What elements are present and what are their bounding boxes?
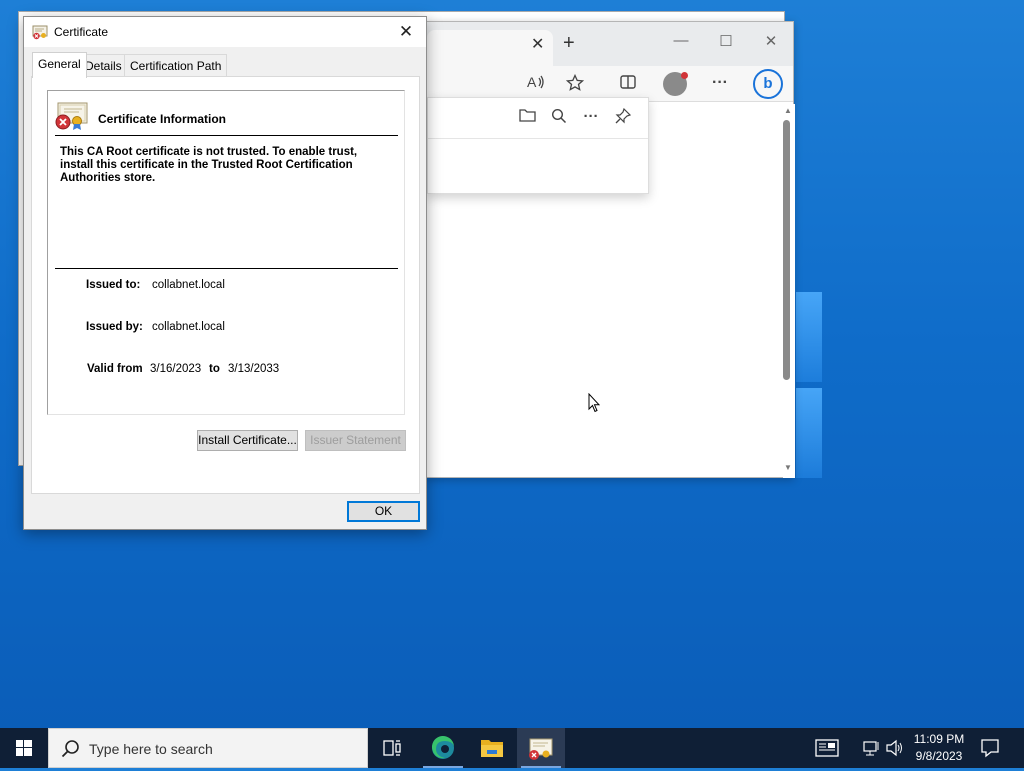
certificate-dialog: Certificate ✕ Details Certification Path… xyxy=(23,16,427,530)
scroll-down-arrow-icon[interactable]: ▼ xyxy=(783,463,793,472)
pin-icon[interactable] xyxy=(612,107,634,128)
search-icon xyxy=(61,740,79,758)
issued-to-value: collabnet.local xyxy=(152,279,225,291)
dialog-title-bar[interactable]: Certificate ✕ xyxy=(24,17,426,47)
tab-general[interactable]: General xyxy=(32,52,87,78)
desktop-light-beam-upper xyxy=(796,292,822,382)
taskbar: Type here to search 11:09 PM 9/8/2023 xyxy=(0,728,1024,768)
task-view-button[interactable] xyxy=(368,728,416,768)
more-options-icon[interactable]: ··· xyxy=(709,74,731,92)
certificate-error-icon xyxy=(55,102,88,130)
maximize-button[interactable]: ☐ xyxy=(716,32,736,50)
valid-to-label: to xyxy=(209,363,220,375)
edge-browser-window[interactable]: ✕ + — ☐ ✕ A ··· b ··· ▲ ▼ xyxy=(426,21,795,478)
valid-from-label: Valid from xyxy=(87,363,143,375)
bing-icon[interactable]: b xyxy=(753,69,783,99)
search-icon[interactable] xyxy=(548,108,570,128)
general-tab-panel: Certificate Information This CA Root cer… xyxy=(31,76,420,494)
mouse-cursor-icon xyxy=(588,393,600,413)
start-button[interactable] xyxy=(0,728,48,768)
search-placeholder: Type here to search xyxy=(89,741,213,757)
edge-icon xyxy=(431,735,454,759)
browser-tab-bar: ✕ + — ☐ ✕ xyxy=(427,22,793,66)
taskbar-app-file-explorer[interactable] xyxy=(468,728,516,768)
issued-by-label: Issued by: xyxy=(86,321,143,333)
trust-warning-text: This CA Root certificate is not trusted.… xyxy=(60,146,358,184)
news-widget-icon[interactable] xyxy=(815,739,839,760)
windows-logo-icon xyxy=(16,740,32,756)
desktop-light-beam-lower xyxy=(796,388,822,478)
install-certificate-button[interactable]: Install Certificate... xyxy=(197,430,298,451)
flyout-divider xyxy=(428,138,648,139)
task-view-icon xyxy=(383,740,401,756)
volume-icon[interactable] xyxy=(884,739,906,760)
details-divider xyxy=(55,268,398,269)
certificate-icon xyxy=(529,738,553,760)
dialog-close-button[interactable]: ✕ xyxy=(392,19,420,45)
action-center-icon[interactable] xyxy=(980,738,1000,758)
valid-to-value: 3/13/2033 xyxy=(228,363,280,375)
system-clock[interactable]: 11:09 PM 9/8/2023 xyxy=(908,731,970,765)
certificate-info-box: Certificate Information This CA Root cer… xyxy=(47,90,405,415)
ok-button[interactable]: OK xyxy=(347,501,420,522)
profile-avatar-icon[interactable] xyxy=(663,72,688,96)
more-icon[interactable]: ··· xyxy=(580,108,602,125)
scroll-up-arrow-icon[interactable]: ▲ xyxy=(783,106,793,115)
issuer-statement-button: Issuer Statement xyxy=(305,430,406,451)
tab-close-icon[interactable]: ✕ xyxy=(531,34,544,54)
downloads-flyout: ··· xyxy=(427,97,649,194)
dialog-title: Certificate xyxy=(54,25,109,39)
minimize-button[interactable]: — xyxy=(671,32,691,49)
read-aloud-icon[interactable]: A xyxy=(525,74,547,95)
scrollbar-thumb[interactable] xyxy=(783,120,790,380)
taskbar-app-certificate[interactable] xyxy=(517,728,565,768)
clock-time: 11:09 PM xyxy=(913,732,965,746)
close-window-button[interactable]: ✕ xyxy=(761,32,781,50)
svg-text:A: A xyxy=(527,74,537,90)
new-tab-button[interactable]: + xyxy=(563,32,575,55)
heading-divider xyxy=(55,135,398,136)
valid-from-value: 3/16/2023 xyxy=(150,363,202,375)
favorites-star-icon[interactable] xyxy=(564,73,586,97)
folder-icon[interactable] xyxy=(516,108,538,126)
split-screen-icon[interactable] xyxy=(617,74,639,95)
network-icon[interactable] xyxy=(861,739,883,760)
tab-certification-path[interactable]: Certification Path xyxy=(124,54,228,76)
issued-by-value: collabnet.local xyxy=(152,321,225,333)
notification-dot xyxy=(681,72,688,79)
file-explorer-icon xyxy=(481,740,503,757)
clock-date: 9/8/2023 xyxy=(915,749,963,763)
certificate-icon xyxy=(32,25,48,40)
taskbar-search-box[interactable]: Type here to search xyxy=(48,728,368,768)
issued-to-label: Issued to: xyxy=(86,279,141,291)
taskbar-app-edge[interactable] xyxy=(419,728,467,768)
certificate-information-heading: Certificate Information xyxy=(98,112,227,126)
